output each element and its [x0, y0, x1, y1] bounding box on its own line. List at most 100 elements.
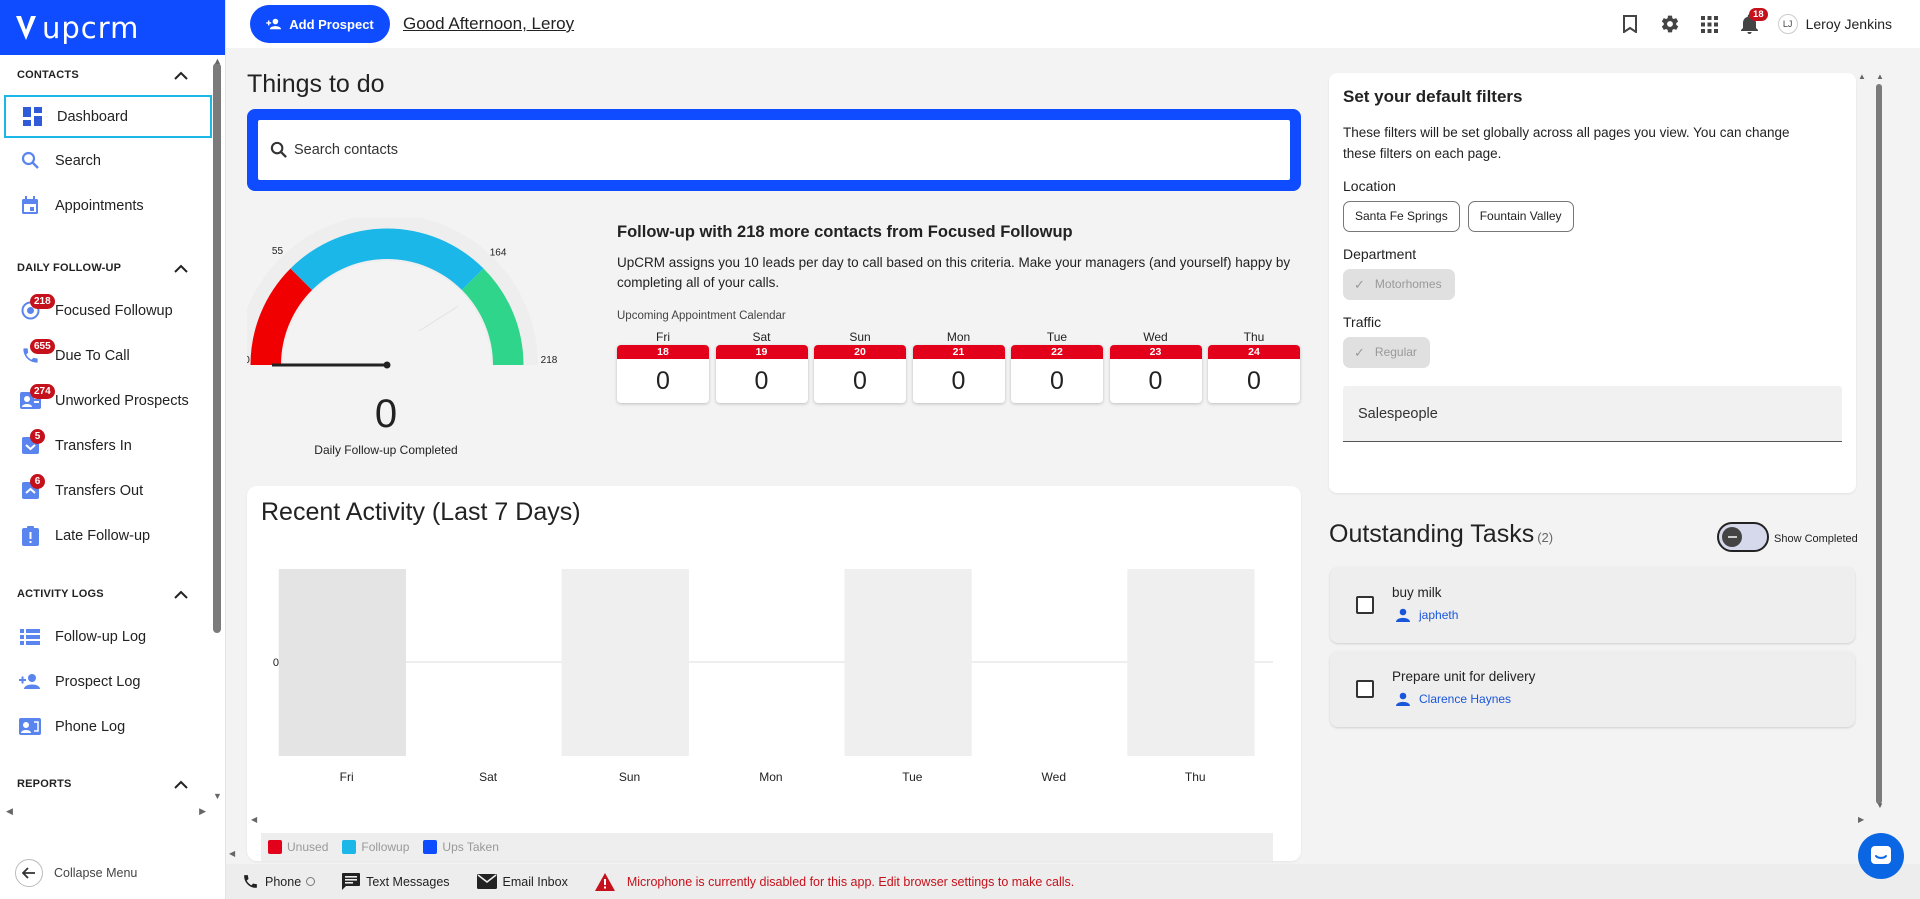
calendar-day[interactable]: Sat 19 0 — [715, 330, 808, 403]
legend-item[interactable]: Ups Taken — [423, 840, 499, 854]
scroll-up-arrow-icon[interactable]: ▲ — [1876, 72, 1884, 81]
text-messages-button[interactable]: Text Messages — [342, 873, 450, 890]
sidebar-item-focused-followup[interactable]: 218 Focused Followup — [0, 288, 214, 333]
sidebar-item-phone-log[interactable]: Phone Log — [0, 704, 214, 749]
phone-button[interactable]: Phone — [242, 873, 316, 890]
gauge-band — [250, 268, 313, 365]
task-name: buy milk — [1392, 585, 1442, 600]
collapse-menu-button[interactable]: Collapse Menu — [15, 859, 137, 887]
count-badge: 218 — [30, 294, 55, 309]
count-badge: 6 — [30, 474, 45, 489]
scroll-up-arrow-icon[interactable]: ▲ — [1858, 72, 1866, 81]
email-inbox-button[interactable]: Email Inbox — [476, 874, 568, 889]
calendar-day[interactable]: Tue 22 0 — [1011, 330, 1103, 403]
section-daily-followup-header[interactable]: DAILY FOLLOW-UP — [0, 248, 214, 288]
sidebar-item-appointments[interactable]: Appointments — [0, 183, 214, 228]
calendar-card: 22 0 — [1011, 345, 1103, 403]
scroll-right-arrow-icon[interactable]: ▶ — [1858, 815, 1864, 824]
scroll-left-arrow-icon[interactable]: ◀ — [251, 815, 257, 824]
scroll-left-arrow-icon[interactable]: ◀ — [229, 849, 235, 858]
calendar-day[interactable]: Sun 20 0 — [814, 330, 906, 403]
section-title: CONTACTS — [17, 69, 79, 81]
sidebar-item-label: Due To Call — [55, 347, 130, 364]
task-card[interactable]: Prepare unit for delivery Clarence Hayne… — [1330, 651, 1855, 727]
sidebar-item-label: Phone Log — [55, 718, 126, 735]
task-card[interactable]: buy milk japheth — [1330, 567, 1855, 643]
section-activity-logs-header[interactable]: ACTIVITY LOGS — [0, 574, 214, 614]
sidebar-item-search[interactable]: Search — [0, 138, 214, 183]
sidebar-item-label: Follow-up Log — [55, 628, 147, 645]
phone-icon — [244, 875, 257, 888]
search-box[interactable] — [258, 120, 1290, 180]
arrow-left-icon — [15, 859, 43, 887]
legend-label: Ups Taken — [442, 840, 499, 854]
notifications-button[interactable]: 18 — [1730, 4, 1770, 44]
gauge-guide — [418, 305, 459, 332]
task-checkbox[interactable] — [1356, 680, 1374, 698]
logo-mark-icon — [16, 15, 36, 40]
scroll-up-arrow-icon[interactable]: ▲ — [213, 56, 222, 66]
sidebar-item-prospect-log[interactable]: Prospect Log — [0, 659, 214, 704]
chevron-up-icon — [174, 264, 188, 273]
x-tick-label: Fri — [340, 770, 354, 784]
section-contacts-header[interactable]: CONTACTS — [0, 55, 214, 95]
task-checkbox[interactable] — [1356, 596, 1374, 614]
greeting-link[interactable]: Good Afternoon, Leroy — [403, 14, 574, 34]
section-title: DAILY FOLLOW-UP — [17, 262, 122, 274]
right-panel-scrollbar[interactable] — [1876, 84, 1882, 804]
sidebar-item-transfers-out[interactable]: 6 Transfers Out — [0, 468, 214, 513]
sidebar-item-label: Late Follow-up — [55, 527, 151, 544]
scroll-right-arrow-icon[interactable]: ▶ — [199, 806, 206, 816]
calendar-date: 18 — [617, 345, 709, 359]
add-prospect-button[interactable]: Add Prospect — [250, 5, 390, 43]
followup-description: UpCRM assigns you 10 leads per day to ca… — [617, 255, 1291, 290]
sidebar-scrollbar[interactable] — [213, 63, 221, 633]
chart-legend: Unused Followup Ups Taken — [261, 833, 1273, 861]
status-dot — [306, 877, 316, 886]
task-assignee[interactable]: japheth — [1396, 608, 1458, 622]
sidebar-item-transfers-in[interactable]: 5 Transfers In — [0, 423, 214, 468]
gauge-tick-label: 55 — [272, 246, 284, 257]
user-menu[interactable]: LJ Leroy Jenkins — [1777, 14, 1892, 34]
calendar-day[interactable]: Mon 21 0 — [912, 330, 1005, 403]
location-chip[interactable]: Santa Fe Springs — [1343, 201, 1460, 232]
show-completed-toggle[interactable] — [1717, 522, 1769, 552]
bottom-bar: Phone Text Messages Email Inbox Micropho… — [226, 864, 1920, 899]
department-chips: ✓ Motorhomes — [1343, 269, 1842, 300]
phone-label: Phone — [265, 874, 302, 889]
apps-grid-icon[interactable] — [1690, 4, 1730, 44]
calendar-day[interactable]: Thu 24 0 — [1208, 330, 1300, 403]
tasks-title: Outstanding Tasks — [1329, 520, 1535, 548]
legend-item[interactable]: Followup — [342, 840, 409, 854]
scroll-down-arrow-icon[interactable]: ▼ — [1876, 801, 1884, 810]
sidebar-item-followup-log[interactable]: Follow-up Log — [0, 614, 214, 659]
count-badge: 5 — [30, 429, 45, 444]
bookmark-icon[interactable] — [1610, 4, 1650, 44]
calendar-day[interactable]: Fri 18 0 — [617, 330, 709, 403]
sidebar-item-dashboard[interactable]: Dashboard — [4, 95, 212, 138]
sidebar-item-unworked-prospects[interactable]: 274 Unworked Prospects — [0, 378, 214, 423]
search-input[interactable] — [294, 142, 1194, 158]
task-name: Prepare unit for delivery — [1392, 669, 1536, 684]
support-chat-button[interactable] — [1858, 833, 1904, 879]
sidebar-item-late-followup[interactable]: Late Follow-up — [0, 513, 214, 558]
location-chips: Santa Fe Springs Fountain Valley — [1343, 201, 1842, 232]
calendar-card: 19 0 — [715, 345, 808, 403]
scroll-left-arrow-icon[interactable]: ◀ — [6, 806, 13, 816]
scroll-down-arrow-icon[interactable]: ▼ — [213, 791, 222, 801]
section-reports-header[interactable]: REPORTS — [0, 764, 214, 804]
calendar-day[interactable]: Wed 23 0 — [1109, 330, 1202, 403]
department-chip[interactable]: ✓ Motorhomes — [1343, 269, 1455, 300]
legend-item[interactable]: Unused — [268, 840, 328, 854]
calendar-count: 0 — [656, 367, 670, 395]
location-chip[interactable]: Fountain Valley — [1467, 201, 1574, 232]
legend-swatch — [423, 840, 438, 854]
salespeople-select[interactable]: Salespeople — [1343, 386, 1842, 442]
traffic-chip[interactable]: ✓ Regular — [1343, 337, 1430, 368]
x-tick-label: Thu — [1185, 770, 1206, 784]
task-assignee[interactable]: Clarence Haynes — [1396, 692, 1511, 706]
sidebar-item-due-to-call[interactable]: 655 Due To Call — [0, 333, 214, 378]
app-logo[interactable]: upcrm — [0, 0, 225, 55]
sidebar-horizontal-scrollbar[interactable]: ◀ ▶ — [6, 806, 206, 816]
gear-icon[interactable] — [1650, 4, 1690, 44]
